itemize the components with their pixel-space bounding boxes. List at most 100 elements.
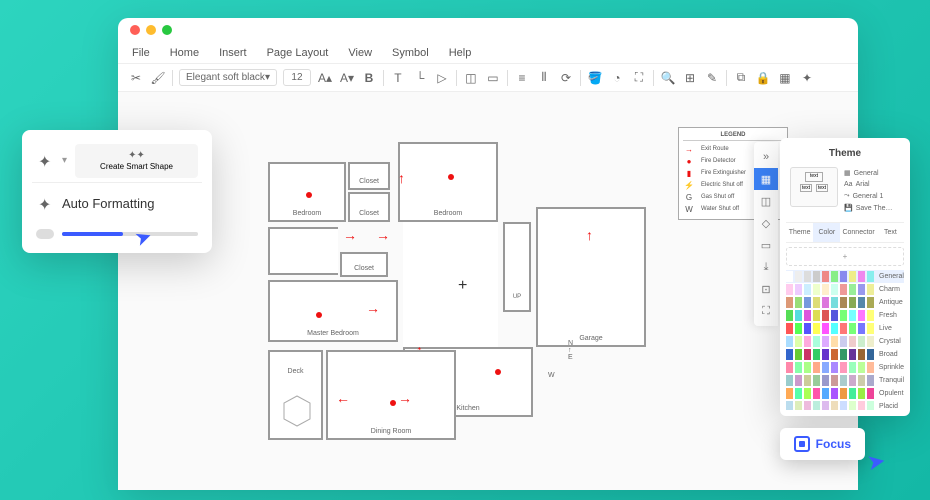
floorplan: Bedroom Closet Closet Bedroom ↑ Closet →… <box>268 122 688 452</box>
theme-tab-text[interactable]: Text <box>877 223 904 242</box>
theme-preview[interactable]: text text text <box>790 167 838 207</box>
menu-home[interactable]: Home <box>170 47 199 59</box>
pointer-icon[interactable]: ▷ <box>434 70 450 86</box>
app-window: FileHomeInsertPage LayoutViewSymbolHelp … <box>118 18 858 490</box>
palette-charm[interactable]: Charm <box>786 283 904 296</box>
room-hall[interactable] <box>403 222 498 352</box>
crop-icon[interactable]: ⛶ <box>631 70 647 86</box>
arrow-icon: ↑ <box>398 170 405 186</box>
palette-antique[interactable]: Antique <box>786 296 904 309</box>
font-size[interactable]: 12 <box>283 69 311 86</box>
compass: N ↑ E <box>568 340 573 361</box>
room-closet2[interactable]: Closet <box>348 192 390 222</box>
menu-file[interactable]: File <box>132 47 150 59</box>
arrow-icon: → <box>343 227 357 243</box>
cursor-icon: ➤ <box>864 448 887 477</box>
menu-insert[interactable]: Insert <box>219 47 247 59</box>
effects-icon[interactable]: ◔ <box>609 70 625 86</box>
focus-button[interactable]: Focus <box>780 428 865 460</box>
palette-tranquil[interactable]: Tranquil <box>786 374 904 387</box>
font-down-icon[interactable]: A▾ <box>339 70 355 86</box>
toolbar: ✂ 🖌 Elegant soft black▾ 12 A▴ A▾ B T └ ▷… <box>118 64 858 92</box>
add-palette-button[interactable]: + <box>786 247 904 266</box>
create-smart-shape-button[interactable]: Create Smart Shape <box>75 144 198 178</box>
lock-icon[interactable]: 🔒 <box>755 70 771 86</box>
theme-opt[interactable]: AaArial <box>844 179 893 190</box>
room-bath[interactable] <box>268 227 338 275</box>
theme-tool-icon[interactable]: ▦ <box>754 168 778 190</box>
font-select[interactable]: Elegant soft black▾ <box>179 69 277 86</box>
collapse-icon[interactable]: » <box>754 146 778 168</box>
ai-icon[interactable]: ✦ <box>799 70 815 86</box>
room-stairs[interactable]: UP <box>503 222 531 312</box>
layers-icon[interactable]: ◫ <box>463 70 479 86</box>
search-icon[interactable]: 🔍 <box>660 70 676 86</box>
menu-page-layout[interactable]: Page Layout <box>267 47 329 59</box>
theme-opt[interactable]: 💾Save The… <box>844 202 893 214</box>
shapes-tool-icon[interactable]: ◇ <box>754 212 778 234</box>
group-icon[interactable]: ⧉ <box>733 70 749 86</box>
compass-w: W <box>548 372 555 379</box>
help-tool-icon[interactable]: ⊡ <box>754 278 778 300</box>
toggle[interactable] <box>36 229 54 239</box>
palette-crystal[interactable]: Crystal <box>786 335 904 348</box>
format-slider[interactable] <box>62 232 198 236</box>
arrow-icon: → <box>366 300 380 316</box>
auto-formatting-label: Auto Formatting <box>62 196 155 211</box>
table-icon <box>280 394 314 428</box>
close-dot[interactable] <box>130 25 140 35</box>
crosshair-icon: + <box>458 277 467 295</box>
menu-help[interactable]: Help <box>449 47 472 59</box>
theme-tab-theme[interactable]: Theme <box>786 223 813 242</box>
brush-icon[interactable]: 🖌 <box>150 70 166 86</box>
palette-opulent[interactable]: Opulent <box>786 387 904 400</box>
room-bedroom1[interactable]: Bedroom <box>268 162 346 222</box>
auto-format-popup: ▾ Create Smart Shape Auto Formatting <box>22 130 212 253</box>
menu-view[interactable]: View <box>348 47 372 59</box>
room-deck[interactable]: Deck <box>268 350 323 440</box>
room-closet1[interactable]: Closet <box>348 162 390 190</box>
palette-placid[interactable]: Placid <box>786 400 904 410</box>
room-closet3[interactable]: Closet <box>340 252 388 277</box>
palette-general[interactable]: General <box>786 270 904 283</box>
palette-broad[interactable]: Broad <box>786 348 904 361</box>
arrow-icon: ↑ <box>586 227 593 243</box>
distribute-icon[interactable]: ⫴ <box>536 70 552 86</box>
theme-opt[interactable]: ⤳General 1 <box>844 190 893 202</box>
align-icon[interactable]: ≡ <box>514 70 530 86</box>
menubar: File Home Insert Page Layout View Symbol Help <box>118 42 858 64</box>
fill-icon[interactable]: 🪣 <box>587 70 603 86</box>
ai-sparkle-icon[interactable] <box>36 152 54 170</box>
palette-sprinkle[interactable]: Sprinkle <box>786 361 904 374</box>
focus-icon <box>794 436 810 452</box>
menu-symbol[interactable]: Symbol <box>392 47 429 59</box>
bold-icon[interactable]: B <box>361 70 377 86</box>
minimize-dot[interactable] <box>146 25 156 35</box>
export-tool-icon[interactable]: ⤓ <box>754 256 778 278</box>
palette-fresh[interactable]: Fresh <box>786 309 904 322</box>
page-tool-icon[interactable]: ▭ <box>754 234 778 256</box>
connector-icon[interactable]: └ <box>412 70 428 86</box>
arrow-icon: → <box>398 390 412 406</box>
table-icon[interactable]: ⊞ <box>682 70 698 86</box>
theme-title: Theme <box>786 144 904 163</box>
rotate-icon[interactable]: ⟳ <box>558 70 574 86</box>
layers-tool-icon[interactable]: ◫ <box>754 190 778 212</box>
font-up-icon[interactable]: A▴ <box>317 70 333 86</box>
theme-tab-connector[interactable]: Connector <box>840 223 876 242</box>
canvas[interactable]: Bedroom Closet Closet Bedroom ↑ Closet →… <box>118 92 858 490</box>
maximize-dot[interactable] <box>162 25 172 35</box>
grid-icon[interactable]: ▦ <box>777 70 793 86</box>
side-toolbar: » ▦ ◫ ◇ ▭ ⤓ ⊡ ⛶ <box>754 142 778 326</box>
room-bedroom2[interactable]: Bedroom <box>398 142 498 222</box>
shape-icon[interactable]: ▭ <box>485 70 501 86</box>
pen-icon[interactable]: ✎ <box>704 70 720 86</box>
expand-tool-icon[interactable]: ⛶ <box>754 300 778 322</box>
theme-tab-color[interactable]: Color <box>813 223 840 242</box>
text-icon[interactable]: T <box>390 70 406 86</box>
cut-icon[interactable]: ✂ <box>128 70 144 86</box>
theme-opt[interactable]: ▦General <box>844 167 893 179</box>
theme-tabs: ThemeColorConnectorText <box>786 222 904 243</box>
theme-options: ▦GeneralAaArial⤳General 1💾Save The… <box>844 167 893 214</box>
palette-live[interactable]: Live <box>786 322 904 335</box>
